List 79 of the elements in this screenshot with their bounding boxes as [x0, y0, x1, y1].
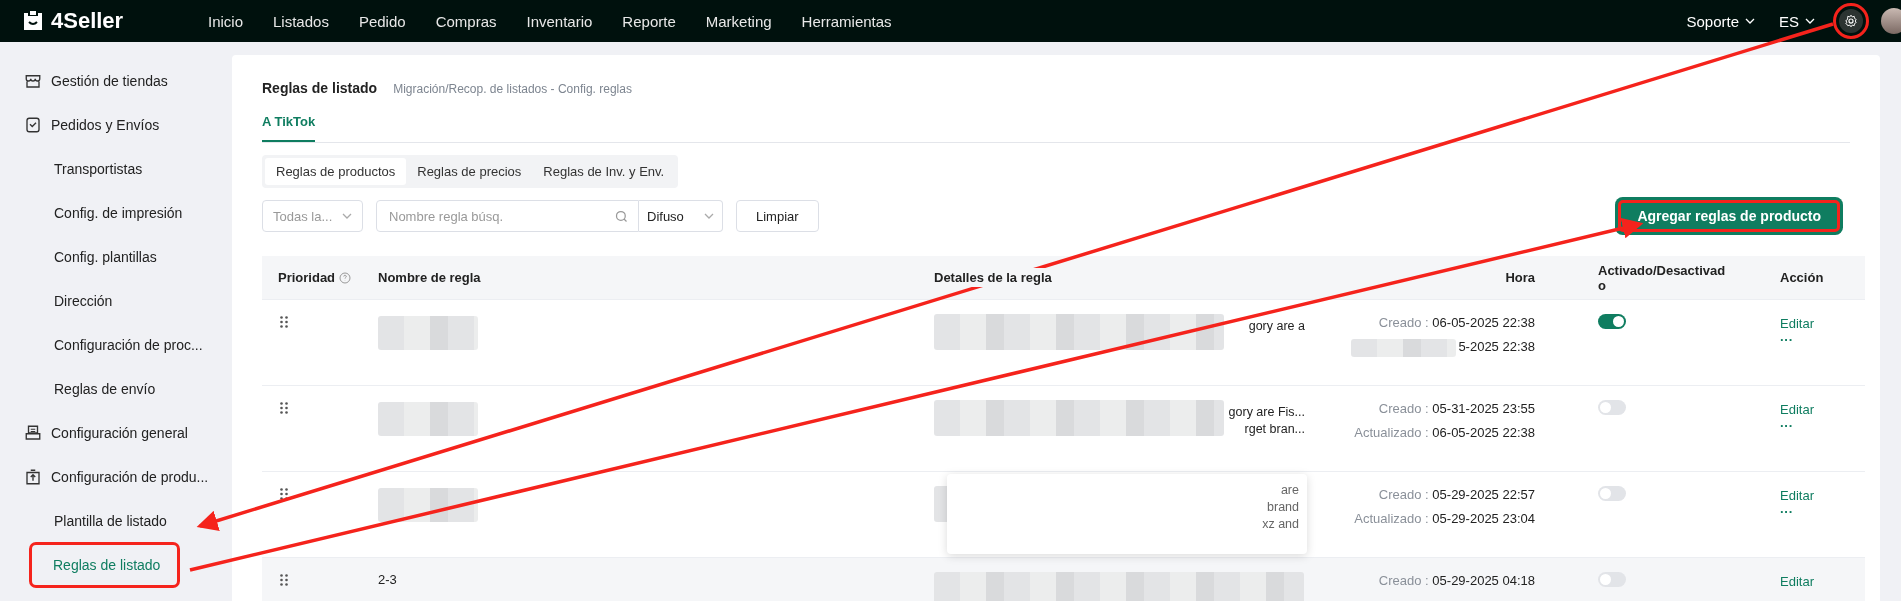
segment-tab[interactable]: Reglas de precios	[406, 158, 533, 185]
drag-handle-icon[interactable]	[280, 316, 288, 328]
nav-link[interactable]: Inicio	[193, 12, 259, 30]
clear-button[interactable]: Limpiar	[736, 200, 819, 232]
nav-link[interactable]: Compras	[420, 12, 512, 30]
avatar[interactable]	[1881, 8, 1901, 34]
rule-details-text: are	[1280, 482, 1299, 499]
more-button[interactable]: ···	[1780, 334, 1865, 346]
rule-details-text: rget bran...	[1244, 421, 1305, 438]
created-label: Creado :	[1378, 401, 1429, 416]
drag-handle-icon[interactable]	[280, 574, 288, 586]
match-dropdown[interactable]: Difuso	[639, 200, 723, 232]
more-button[interactable]: ···	[1780, 506, 1865, 518]
sidebar-item[interactable]: Gestión de tiendas	[0, 59, 232, 103]
page-title: Reglas de listado	[262, 80, 378, 96]
edit-link[interactable]: Editar	[1780, 486, 1865, 506]
nav-link[interactable]: Herramientas	[786, 12, 907, 30]
search-icon	[614, 209, 629, 224]
nav-link[interactable]: Pedido	[343, 12, 421, 30]
created-time: 05-31-2025 23:55	[1431, 401, 1535, 416]
menu-dropdown[interactable]: Soporte	[1686, 12, 1755, 30]
chevron-icon	[342, 213, 352, 219]
rule-name: 2-3	[378, 572, 397, 587]
toggle-switch[interactable]	[1598, 314, 1626, 329]
breadcrumb: Migración/Recop. de listados - Config. reglas	[393, 82, 632, 96]
sidebar-item[interactable]: Config. de impresión	[0, 191, 232, 235]
rule-details-text: gory are a	[1248, 318, 1305, 335]
created-label: Creado :	[1378, 315, 1429, 330]
logo-text[interactable]: 4Seller	[51, 8, 124, 34]
edit-link[interactable]: Editar	[1780, 400, 1865, 420]
segment-tab[interactable]: Reglas de productos	[265, 158, 407, 185]
toggle-switch[interactable]	[1598, 572, 1626, 587]
sidebar-item[interactable]: Configuración general	[0, 411, 232, 455]
rule-details-text: gory are Fis...	[1228, 404, 1305, 421]
created-label: Creado :	[1378, 487, 1429, 502]
menu-dropdown[interactable]: ES	[1779, 12, 1815, 30]
created-time: 05-29-2025 04:18	[1431, 573, 1535, 588]
drag-handle-icon[interactable]	[280, 402, 288, 414]
clipboard-icon	[24, 116, 42, 134]
sidebar-item[interactable]: Configuración de produ...	[0, 455, 232, 499]
bag-icon[interactable]	[21, 9, 45, 33]
chevron-icon	[1805, 18, 1815, 24]
sidebar-item[interactable]: Reglas de envío	[0, 367, 232, 411]
sidebar-item[interactable]: Plantilla de listado	[0, 499, 232, 543]
nav-link[interactable]: Inventario	[511, 12, 608, 30]
updated-time: 06-05-2025 22:38	[1432, 425, 1535, 440]
toggle-switch[interactable]	[1598, 486, 1626, 501]
drag-handle-icon[interactable]	[280, 488, 288, 500]
updated-label: Actualizado :	[1354, 511, 1430, 526]
column-header: Detalles de la regla	[934, 268, 1052, 287]
edit-link[interactable]: Editar	[1780, 572, 1865, 592]
created-time: 06-05-2025 22:38	[1431, 315, 1535, 330]
upload-icon	[24, 468, 42, 486]
rule-details-text: brand	[1267, 499, 1299, 516]
sidebar-item[interactable]: Configuración de proc...	[0, 323, 232, 367]
updated-label: Actualizado :	[1354, 425, 1430, 440]
sidebar-item[interactable]: Reglas de listado	[32, 545, 177, 585]
toggle-switch[interactable]	[1598, 400, 1626, 415]
printer-icon	[24, 424, 42, 442]
nav-link[interactable]: Listados	[258, 12, 344, 30]
sidebar-item[interactable]: Dirección	[0, 279, 232, 323]
sidebar-item[interactable]: Pedidos y Envíos	[0, 103, 232, 147]
more-button[interactable]: ···	[1780, 420, 1865, 432]
updated-time: 5-2025 22:38	[1458, 339, 1535, 354]
created-time: 05-29-2025 22:57	[1431, 487, 1535, 502]
nav-link[interactable]: Reporte	[607, 12, 691, 30]
nav-link[interactable]: Marketing	[690, 12, 787, 30]
chevron-icon	[704, 213, 714, 219]
rule-details-text: xz and	[1262, 516, 1299, 533]
sidebar-item[interactable]: Config. plantillas	[0, 235, 232, 279]
sidebar-item[interactable]: Transportistas	[0, 147, 232, 191]
tab[interactable]: A TikTok	[262, 114, 316, 142]
chevron-icon	[1745, 18, 1755, 24]
search-field[interactable]: Nombre regla búsq.	[376, 200, 639, 232]
edit-link[interactable]: Editar	[1780, 314, 1865, 334]
created-label: Creado :	[1378, 573, 1429, 588]
store-icon	[24, 72, 42, 90]
segment-tab[interactable]: Reglas de Inv. y Env.	[532, 158, 676, 185]
updated-time: 05-29-2025 23:04	[1432, 511, 1535, 526]
